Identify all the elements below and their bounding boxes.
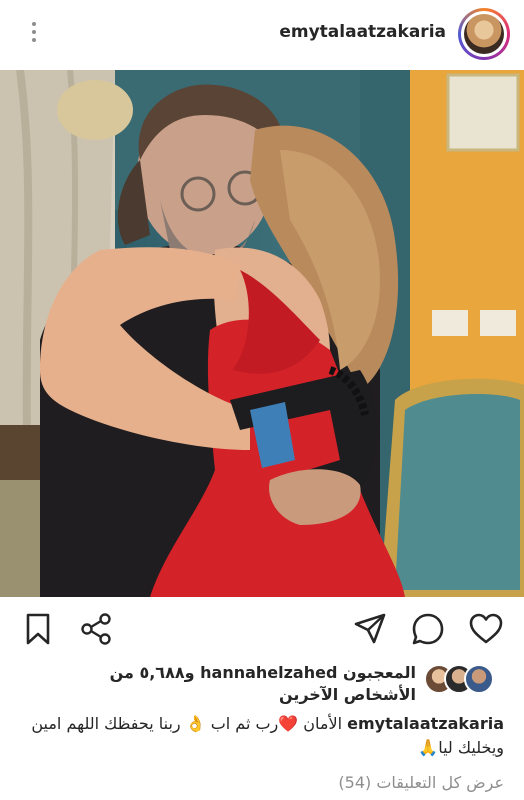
likes-row: المعجبون hannahelzahed و٥,٦٨٨ من الأشخاص… xyxy=(0,660,524,706)
more-dot xyxy=(32,22,36,26)
view-all-comments-link[interactable]: عرض كل التعليقات (54) xyxy=(20,772,504,794)
direct-send-icon[interactable] xyxy=(352,611,388,647)
liker-avatar xyxy=(464,664,494,694)
bookmark-icon[interactable] xyxy=(20,611,56,647)
avatar-inner xyxy=(461,11,507,57)
post-header: emytalaatzakaria xyxy=(0,0,524,70)
post-action-bar xyxy=(0,597,524,663)
post-caption: emytalaatzakaria الأمان ❤️رب ثم اب 👌 ربن… xyxy=(20,712,504,760)
likes-prefix: المعجبون xyxy=(343,663,416,682)
avatar-image xyxy=(464,14,504,54)
post-author-username[interactable]: emytalaatzakaria xyxy=(279,22,446,42)
caption-username[interactable]: emytalaatzakaria xyxy=(347,714,504,733)
liker-avatars[interactable] xyxy=(424,664,494,694)
photo-illustration xyxy=(0,70,524,597)
post-photo[interactable] xyxy=(0,70,524,597)
more-dot xyxy=(32,30,36,34)
share-icon[interactable] xyxy=(78,611,114,647)
more-options-icon[interactable] xyxy=(22,18,46,52)
heart-icon[interactable] xyxy=(468,611,504,647)
liker-username[interactable]: hannahelzahed xyxy=(200,663,337,682)
likes-summary[interactable]: المعجبون hannahelzahed و٥,٦٨٨ من الأشخاص… xyxy=(36,662,416,706)
author-avatar[interactable] xyxy=(458,8,510,60)
comment-icon[interactable] xyxy=(410,611,446,647)
more-dot xyxy=(32,38,36,42)
